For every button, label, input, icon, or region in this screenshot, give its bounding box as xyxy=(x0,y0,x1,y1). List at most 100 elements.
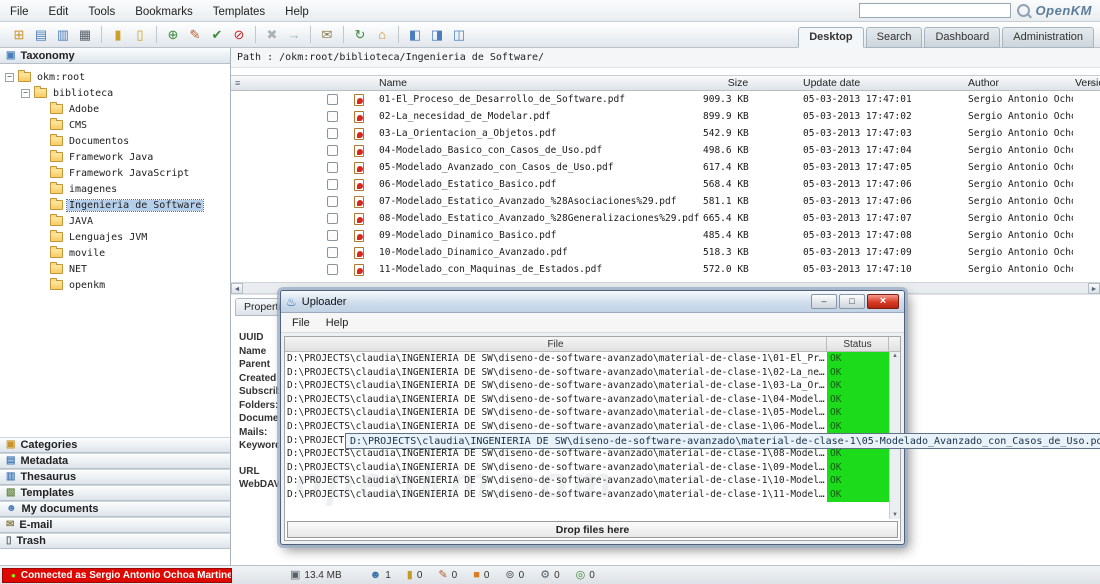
split-vertical-icon[interactable]: ◨ xyxy=(427,25,447,45)
tab-dashboard[interactable]: Dashboard xyxy=(924,27,1000,48)
search-icon[interactable] xyxy=(1017,4,1030,17)
tree-item-framework-java[interactable]: Framework Java xyxy=(0,149,230,165)
file-row[interactable]: 08-Modelado_Estatico_Avanzado_%28General… xyxy=(231,210,1100,227)
column-header-size[interactable]: Size xyxy=(703,76,773,90)
dialog-titlebar[interactable]: ♨ Uploader – □ × xyxy=(281,291,904,313)
print-icon[interactable]: ▦ xyxy=(75,25,95,45)
panel-my-documents[interactable]: ☻My documents xyxy=(0,501,230,517)
checkin-icon[interactable]: ✔ xyxy=(207,25,227,45)
menu-file[interactable]: File xyxy=(0,3,39,21)
row-checkbox[interactable] xyxy=(327,111,338,122)
row-checkbox[interactable] xyxy=(327,230,338,241)
tab-desktop[interactable]: Desktop xyxy=(798,27,863,48)
menu-templates[interactable]: Templates xyxy=(203,3,275,21)
send-mail-icon[interactable]: ✉ xyxy=(317,25,337,45)
panel-taxonomy[interactable]: ▣ Taxonomy xyxy=(0,48,230,64)
file-row[interactable]: 02-La_necesidad_de_Modelar.pdf899.9 KB05… xyxy=(231,108,1100,125)
lock-icon[interactable]: ▮ xyxy=(108,25,128,45)
file-row[interactable]: 01-El_Proceso_de_Desarrollo_de_Software.… xyxy=(231,91,1100,108)
upload-row[interactable]: D:\PROJECTS\claudia\INGENIERIA DE SW\dis… xyxy=(285,366,889,380)
minimize-button[interactable]: – xyxy=(811,294,837,309)
upload-row[interactable]: D:\PROJECTS\claudia\INGENIERIA DE SW\dis… xyxy=(285,406,889,420)
upload-row[interactable]: D:\PROJECTS\claudia\INGENIERIA DE SW\dis… xyxy=(285,352,889,366)
cancel-checkout-icon[interactable]: ⊘ xyxy=(229,25,249,45)
file-row[interactable]: 04-Modelado_Basico_con_Casos_de_Uso.pdf4… xyxy=(231,142,1100,159)
file-row[interactable]: 11-Modelado_con_Maquinas_de_Estados.pdf5… xyxy=(231,261,1100,278)
scroll-left-icon[interactable]: ◄ xyxy=(231,283,243,294)
tree-item-lenguajes-jvm[interactable]: Lenguajes JVM xyxy=(0,229,230,245)
dialog-menu-file[interactable]: File xyxy=(284,315,318,331)
row-checkbox[interactable] xyxy=(327,145,338,156)
tree-item-ingenieria-de-software[interactable]: Ingenieria de Software xyxy=(0,197,230,213)
tree-item-adobe[interactable]: Adobe xyxy=(0,101,230,117)
tab-properties[interactable]: Properties xyxy=(235,298,281,316)
panel-e-mail[interactable]: ✉E-mail xyxy=(0,517,230,533)
panel-categories[interactable]: ▣Categories xyxy=(0,437,230,453)
column-header-author[interactable]: Author xyxy=(933,76,1073,90)
add-document-icon[interactable]: ⊕ xyxy=(163,25,183,45)
column-selector-icon[interactable]: ↔ xyxy=(1087,77,1097,88)
tree-item-okm-root[interactable]: −okm:root xyxy=(0,69,230,85)
move-icon[interactable]: → xyxy=(284,25,304,45)
upload-column-status[interactable]: Status xyxy=(827,337,889,351)
upload-row[interactable]: D:\PROJECTS\claudia\INGENIERIA DE SW\dis… xyxy=(285,474,889,488)
row-checkbox[interactable] xyxy=(327,179,338,190)
file-row[interactable]: 03-La_Orientacion_a_Objetos.pdf542.9 KB0… xyxy=(231,125,1100,142)
row-checkbox[interactable] xyxy=(327,213,338,224)
upload-row[interactable]: D:\PROJECTS\claudia\INGENIERIA DE SW\dis… xyxy=(285,488,889,502)
tree-item-biblioteca[interactable]: −biblioteca xyxy=(0,85,230,101)
tree-item-movile[interactable]: movile xyxy=(0,245,230,261)
checkout-icon[interactable]: ✎ xyxy=(185,25,205,45)
menu-bookmarks[interactable]: Bookmarks xyxy=(125,3,203,21)
tree-item-cms[interactable]: CMS xyxy=(0,117,230,133)
menu-edit[interactable]: Edit xyxy=(39,3,79,21)
panel-thesaurus[interactable]: ▥Thesaurus xyxy=(0,469,230,485)
file-row[interactable]: 06-Modelado_Estatico_Basico.pdf568.4 KB0… xyxy=(231,176,1100,193)
split-horizontal-icon[interactable]: ◧ xyxy=(405,25,425,45)
scroll-up-icon[interactable]: ▲ xyxy=(892,353,898,359)
upload-row[interactable]: D:\PROJECTS\claudia\INGENIERIA DE SW\dis… xyxy=(285,461,889,475)
menu-tools[interactable]: Tools xyxy=(78,3,125,21)
tree-item-framework-javascript[interactable]: Framework JavaScript xyxy=(0,165,230,181)
row-checkbox[interactable] xyxy=(327,247,338,258)
row-checkbox[interactable] xyxy=(327,162,338,173)
tab-administration[interactable]: Administration xyxy=(1002,27,1094,48)
file-row[interactable]: 09-Modelado_Dinamico_Basico.pdf485.4 KB0… xyxy=(231,227,1100,244)
panel-metadata[interactable]: ▤Metadata xyxy=(0,453,230,469)
tree-item-imagenes[interactable]: imagenes xyxy=(0,181,230,197)
column-header-update-date[interactable]: Update date xyxy=(773,76,933,90)
tree-item-documentos[interactable]: Documentos xyxy=(0,133,230,149)
new-document-icon[interactable]: ▤ xyxy=(31,25,51,45)
scroll-right-icon[interactable]: ► xyxy=(1088,283,1100,294)
upload-row[interactable]: D:\PROJECTS\claudia\INGENIERIA DE SW\dis… xyxy=(285,393,889,407)
collapse-icon[interactable]: − xyxy=(5,73,14,82)
tree-item-openkm[interactable]: openkm xyxy=(0,277,230,293)
menu-help[interactable]: Help xyxy=(275,3,319,21)
upload-row[interactable]: D:\PROJECTS\claudia\INGENIERIA DE SW\dis… xyxy=(285,379,889,393)
file-row[interactable]: 07-Modelado_Estatico_Avanzado_%28Asociac… xyxy=(231,193,1100,210)
tab-search[interactable]: Search xyxy=(866,27,923,48)
scroll-down-icon[interactable]: ▼ xyxy=(892,512,898,518)
file-row[interactable]: 10-Modelado_Dinamico_Avanzado.pdf518.3 K… xyxy=(231,244,1100,261)
dialog-menu-help[interactable]: Help xyxy=(318,315,357,331)
file-row[interactable]: 05-Modelado_Avanzado_con_Casos_de_Uso.pd… xyxy=(231,159,1100,176)
row-checkbox[interactable] xyxy=(327,264,338,275)
panel-templates[interactable]: ▧Templates xyxy=(0,485,230,501)
upload-column-file[interactable]: File xyxy=(285,337,827,351)
fullscreen-icon[interactable]: ◫ xyxy=(449,25,469,45)
quick-search-input[interactable] xyxy=(859,3,1011,18)
delete-icon[interactable]: ✖ xyxy=(262,25,282,45)
unlock-icon[interactable]: ▯ xyxy=(130,25,150,45)
table-menu-icon[interactable]: ≡ xyxy=(235,78,240,88)
maximize-button[interactable]: □ xyxy=(839,294,865,309)
tree-item-net[interactable]: NET xyxy=(0,261,230,277)
upload-row[interactable]: D:\PROJECTS\claudia\INGENIERIA DE SW\dis… xyxy=(285,447,889,461)
row-checkbox[interactable] xyxy=(327,196,338,207)
row-checkbox[interactable] xyxy=(327,94,338,105)
upload-row[interactable]: D:\PROJECTS\claudia\INGENIERIA DE SW\dis… xyxy=(285,420,889,434)
panel-trash[interactable]: ▯Trash xyxy=(0,533,230,549)
home-icon[interactable]: ⌂ xyxy=(372,25,392,45)
column-header-name[interactable]: Name xyxy=(373,76,703,90)
refresh-icon[interactable]: ↻ xyxy=(350,25,370,45)
create-folder-icon[interactable]: ⊞ xyxy=(9,25,29,45)
